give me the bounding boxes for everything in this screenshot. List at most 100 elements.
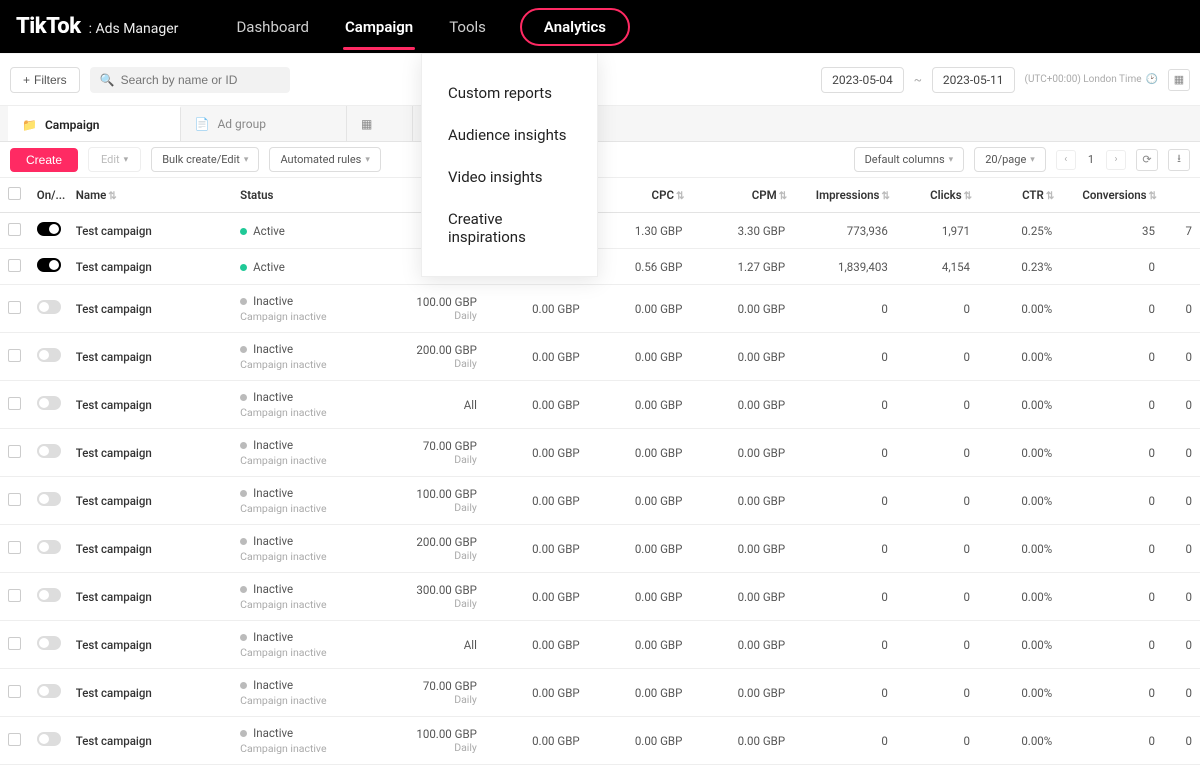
cpc-cell: 0.00 GBP	[588, 333, 691, 381]
table-row[interactable]: Test campaign Inactive Campaign inactive…	[0, 669, 1200, 717]
select-all-checkbox[interactable]	[8, 187, 21, 200]
row-checkbox[interactable]	[8, 349, 21, 362]
row-checkbox[interactable]	[8, 223, 21, 236]
row-toggle[interactable]	[37, 222, 61, 236]
table-row[interactable]: Test campaign Inactive Campaign inactive…	[0, 717, 1200, 765]
row-toggle[interactable]	[37, 636, 61, 650]
dropdown-video-insights[interactable]: Video insights	[422, 156, 597, 198]
impressions-cell: 0	[793, 333, 896, 381]
table-row[interactable]: Test campaign Inactive Campaign inactive…	[0, 333, 1200, 381]
row-checkbox[interactable]	[8, 259, 21, 272]
row-checkbox[interactable]	[8, 637, 21, 650]
table-row[interactable]: Test campaign Inactive Campaign inactive…	[0, 525, 1200, 573]
row-toggle[interactable]	[37, 258, 61, 272]
row-toggle[interactable]	[37, 300, 61, 314]
date-end[interactable]: 2023-05-11	[932, 67, 1015, 93]
automated-rules-button[interactable]: Automated rules ▾	[269, 147, 380, 172]
col-conversions[interactable]: Conversions⇅	[1060, 178, 1163, 213]
calendar-icon-button[interactable]: ▦	[1168, 69, 1190, 91]
impressions-cell: 0	[793, 621, 896, 669]
dropdown-creative-inspirations[interactable]: Creative inspirations	[422, 198, 597, 258]
nav-tools[interactable]: Tools	[447, 12, 488, 42]
nav-analytics[interactable]: Analytics	[520, 8, 630, 46]
col-cpc[interactable]: CPC⇅	[588, 178, 691, 213]
row-checkbox[interactable]	[8, 397, 21, 410]
row-toggle[interactable]	[37, 540, 61, 554]
pager: ‹ 1 ›	[1056, 150, 1126, 170]
export-button[interactable]: ⭳	[1168, 149, 1190, 171]
budget-cell: 200.00 GBP Daily	[397, 333, 485, 381]
budget-cell: 200.00 GBP Daily	[397, 525, 485, 573]
prev-page-button[interactable]: ‹	[1056, 150, 1076, 170]
campaign-name[interactable]: Test campaign	[68, 381, 232, 429]
campaign-name[interactable]: Test campaign	[68, 525, 232, 573]
table-row[interactable]: Test campaign Inactive Campaign inactive…	[0, 285, 1200, 333]
row-checkbox[interactable]	[8, 685, 21, 698]
row-checkbox[interactable]	[8, 541, 21, 554]
row-toggle[interactable]	[37, 444, 61, 458]
campaign-name[interactable]: Test campaign	[68, 285, 232, 333]
table-row[interactable]: Test campaign Inactive Campaign inactive…	[0, 381, 1200, 429]
table-row[interactable]: Test campaign Inactive Campaign inactive…	[0, 477, 1200, 525]
status-dot-icon	[240, 228, 247, 235]
nav-dashboard[interactable]: Dashboard	[234, 12, 311, 42]
row-checkbox[interactable]	[8, 301, 21, 314]
row-checkbox[interactable]	[8, 445, 21, 458]
row-toggle[interactable]	[37, 492, 61, 506]
page-number: 1	[1082, 153, 1100, 166]
table-row[interactable]: Test campaign Inactive Campaign inactive…	[0, 429, 1200, 477]
bulk-button[interactable]: Bulk create/Edit ▾	[151, 147, 259, 172]
pagesize-select[interactable]: 20/page ▾	[974, 147, 1046, 172]
create-button[interactable]: Create	[10, 148, 78, 172]
filters-button[interactable]: + Filters	[10, 67, 80, 93]
row-toggle[interactable]	[37, 684, 61, 698]
campaign-name[interactable]: Test campaign	[68, 621, 232, 669]
table-row[interactable]: Test campaign Active A... 1.30 GBP 3.30 …	[0, 213, 1200, 249]
campaign-name[interactable]: Test campaign	[68, 573, 232, 621]
campaign-name[interactable]: Test campaign	[68, 249, 232, 285]
col-name[interactable]: Name⇅	[68, 178, 232, 213]
row-checkbox[interactable]	[8, 493, 21, 506]
row-toggle[interactable]	[37, 348, 61, 362]
refresh-button[interactable]: ⟳	[1136, 149, 1158, 171]
col-ctr[interactable]: CTR⇅	[978, 178, 1060, 213]
campaign-name[interactable]: Test campaign	[68, 429, 232, 477]
dropdown-custom-reports[interactable]: Custom reports	[422, 72, 597, 114]
status-sub: Campaign inactive	[240, 646, 388, 659]
date-start[interactable]: 2023-05-04	[821, 67, 904, 93]
col-cpm[interactable]: CPM⇅	[690, 178, 793, 213]
dropdown-audience-insights[interactable]: Audience insights	[422, 114, 597, 156]
campaign-name[interactable]: Test campaign	[68, 213, 232, 249]
col-impressions[interactable]: Impressions⇅	[793, 178, 896, 213]
campaign-name[interactable]: Test campaign	[68, 333, 232, 381]
nav-campaign[interactable]: Campaign	[343, 12, 415, 42]
budget-sub: Daily	[405, 741, 477, 754]
row-toggle[interactable]	[37, 588, 61, 602]
tab-ad[interactable]: ▦	[347, 106, 413, 141]
extra-cell: 0	[1163, 573, 1200, 621]
campaign-name[interactable]: Test campaign	[68, 717, 232, 765]
row-toggle[interactable]	[37, 396, 61, 410]
table-row[interactable]: Test campaign Inactive Campaign inactive…	[0, 573, 1200, 621]
row-checkbox[interactable]	[8, 589, 21, 602]
col-status[interactable]: Status	[232, 178, 396, 213]
status-dot-icon	[240, 538, 247, 545]
campaign-name[interactable]: Test campaign	[68, 477, 232, 525]
col-onoff[interactable]: On/...	[29, 178, 68, 213]
row-checkbox[interactable]	[8, 733, 21, 746]
search-box[interactable]: 🔍	[90, 67, 290, 93]
next-page-button[interactable]: ›	[1106, 150, 1126, 170]
status-dot-icon	[240, 490, 247, 497]
tab-adgroup[interactable]: 📄 Ad group	[181, 106, 347, 141]
campaign-name[interactable]: Test campaign	[68, 669, 232, 717]
tab-campaign[interactable]: 📁 Campaign	[8, 106, 181, 141]
col-clicks[interactable]: Clicks⇅	[896, 178, 978, 213]
table-row[interactable]: Test campaign Active A... 0.56 GBP 1.27 …	[0, 249, 1200, 285]
columns-select[interactable]: Default columns ▾	[854, 147, 965, 172]
cpc-cell: 0.00 GBP	[588, 477, 691, 525]
table-row[interactable]: Test campaign Inactive Campaign inactive…	[0, 621, 1200, 669]
edit-button[interactable]: Edit ▾	[88, 147, 141, 172]
row-toggle[interactable]	[37, 732, 61, 746]
search-input[interactable]	[121, 73, 280, 87]
impressions-cell: 1,839,403	[793, 249, 896, 285]
